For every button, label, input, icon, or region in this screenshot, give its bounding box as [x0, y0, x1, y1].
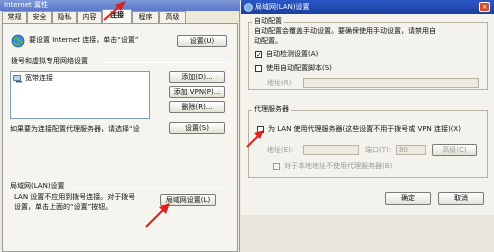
bypass-local-checkbox[interactable]: [273, 163, 280, 170]
bypass-local-label: 对于本地地址不使用代理服务器(B): [284, 162, 393, 170]
lan-settings-window: 局域网(LAN)设置 × 自动配置 自动配置会覆盖手动设置。要确保使用手动设置，…: [241, 0, 494, 252]
tab-general[interactable]: 常规: [2, 11, 27, 23]
add-vpn-button[interactable]: 添加 VPN(P)...: [169, 86, 225, 98]
tab-content[interactable]: 内容: [77, 11, 102, 23]
lan-description-line1: LAN 设置不应用到拨号连接。对于拨号: [14, 193, 136, 201]
cancel-button[interactable]: 取消: [438, 192, 484, 205]
window-app-icon: [244, 3, 253, 12]
internet-properties-window: Internet 属性 常规 安全 隐私 内容 连接 程序 高级 要设置 Int…: [0, 0, 240, 252]
ok-button[interactable]: 确定: [385, 192, 431, 205]
lan-description-line2: 设置，单击上面的“设置”按钮。: [14, 203, 113, 211]
address-label: 地址(R): [267, 79, 292, 87]
separator: [103, 62, 231, 63]
background-area: [241, 215, 494, 252]
red-arrow-icon: [103, 1, 126, 21]
auto-config-group-title: 自动配置: [252, 17, 284, 26]
proxy-port-input[interactable]: 80: [396, 145, 426, 155]
script-address-input[interactable]: [303, 78, 479, 88]
settings-button[interactable]: 设置(S): [169, 122, 225, 134]
auto-config-desc-line2: 动配置。: [254, 37, 282, 45]
auto-config-desc-line1: 自动配置会覆盖手动设置。要确保使用手动设置，请禁用自: [254, 27, 436, 35]
setup-button[interactable]: 设置(U): [177, 35, 227, 47]
close-icon[interactable]: ×: [479, 2, 490, 12]
auto-detect-label: 自动检测设置(A): [266, 50, 319, 58]
network-connection-icon: [13, 74, 22, 82]
connections-list[interactable]: 宽带连接: [10, 71, 150, 119]
advanced-button[interactable]: 高级(C): [432, 144, 477, 156]
list-item[interactable]: 宽带连接: [13, 74, 53, 83]
dialup-section-title: 拨号和虚拟专用网络设置: [11, 57, 88, 65]
auto-script-label: 使用自动配置脚本(S): [266, 64, 332, 72]
connection-name: 宽带连接: [25, 74, 53, 82]
proxy-group-title: 代理服务器: [252, 105, 291, 114]
red-arrow-icon: [246, 130, 264, 148]
red-arrow-icon: [145, 203, 170, 228]
right-window-title: 局域网(LAN)设置: [241, 0, 494, 14]
connections-tab-panel: 要设置 Internet 连接，单击“设置” 设置(U) 拨号和虚拟专用网络设置: [2, 23, 238, 252]
tab-security[interactable]: 安全: [27, 11, 52, 23]
use-proxy-label: 为 LAN 使用代理服务器(这些设置不用于拨号或 VPN 连接)(X): [268, 125, 461, 133]
tab-programs[interactable]: 程序: [132, 11, 159, 23]
proxy-port-label: 端口(T):: [365, 146, 392, 154]
auto-detect-checkbox[interactable]: ✓: [255, 51, 262, 59]
proxy-address-label: 地址(E):: [267, 146, 294, 154]
globe-icon: [11, 34, 25, 48]
separator: [72, 187, 227, 188]
proxy-hint: 如果要为连接配置代理服务器，请选择“设: [10, 125, 140, 133]
proxy-address-input[interactable]: [303, 145, 359, 155]
add-button[interactable]: 添加(D)...: [169, 71, 225, 83]
lan-section-title: 局域网(LAN)设置: [10, 182, 65, 190]
tab-advanced[interactable]: 高级: [159, 11, 186, 23]
auto-script-checkbox[interactable]: [255, 65, 262, 72]
tab-privacy[interactable]: 隐私: [52, 11, 77, 23]
setup-description: 要设置 Internet 连接，单击“设置”: [29, 36, 139, 44]
delete-button[interactable]: 删除(R)...: [169, 101, 225, 113]
